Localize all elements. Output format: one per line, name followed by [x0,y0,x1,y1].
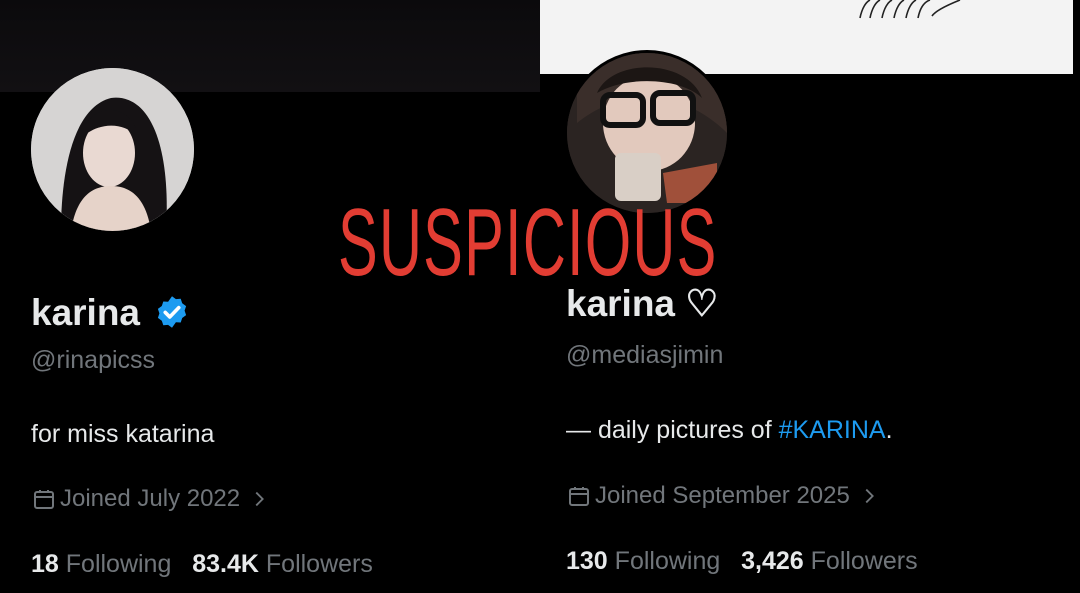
joined-date-row[interactable]: Joined July 2022 [32,485,274,513]
chevron-right-icon [865,488,874,504]
profile-handle: @mediasjimin [566,341,724,369]
following-label: Following [65,550,172,578]
avatar-photo [31,68,194,231]
followers-link[interactable]: 83.4K Followers [192,550,373,578]
following-link[interactable]: 18 Following [31,550,171,578]
followers-link[interactable]: 3,426 Followers [741,547,918,575]
overlay-caption: SUSPICIOUS [338,189,718,296]
following-count: 130 [566,547,608,575]
profile-bio: for miss katarina [31,420,215,448]
followers-count: 83.4K [192,550,259,578]
chevron-right-icon [255,491,265,507]
right-profile-panel: karina ♡ @mediasjimin — daily pictures o… [540,0,1080,593]
calendar-icon [569,487,589,506]
joined-date-row[interactable]: Joined September 2025 [567,482,884,510]
profile-bio: — daily pictures of #KARINA. [566,416,893,445]
profile-name: karina [31,292,190,334]
hashtag-link[interactable]: #KARINA [779,416,886,444]
profile-name-text: karina [31,292,141,333]
profile-handle: @rinapicss [31,346,156,374]
following-label: Following [614,547,721,575]
left-profile-panel: karina @rinapicss for miss katarina Join… [0,0,540,593]
profile-stats: 130 Following 3,426 Followers [566,547,918,576]
joined-date-text: Joined September 2025 [595,482,850,509]
followers-label: Followers [265,550,373,578]
followers-count: 3,426 [741,547,804,575]
joined-date-text: Joined July 2022 [60,485,241,512]
followers-label: Followers [810,547,918,575]
bio-text: — daily pictures of [566,416,779,444]
bio-suffix: . [885,416,893,444]
verified-badge-icon[interactable] [154,294,190,330]
profile-avatar[interactable] [31,68,194,231]
calendar-icon [34,490,54,509]
profile-stats: 18 Following 83.4K Followers [31,550,373,579]
following-link[interactable]: 130 Following [566,547,720,575]
following-count: 18 [31,550,59,578]
